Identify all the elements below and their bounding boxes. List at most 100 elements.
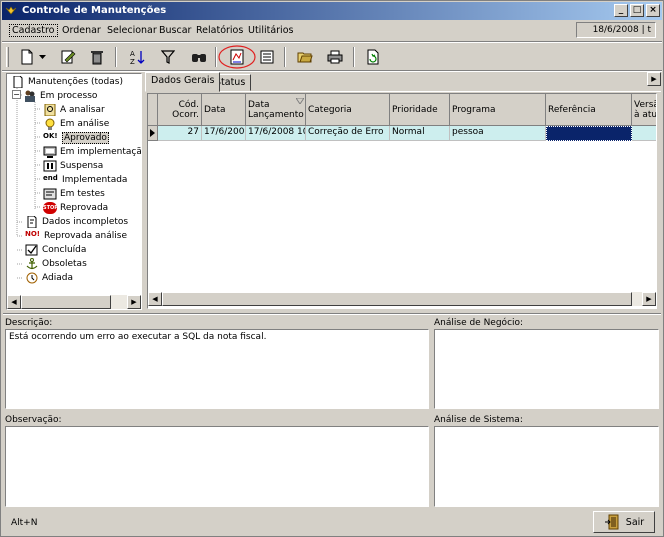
dropdown-arrow-icon bbox=[38, 55, 46, 59]
tree-item-implementada[interactable]: end Implementada bbox=[43, 173, 127, 187]
clock-icon bbox=[26, 272, 38, 284]
end-icon: end bbox=[43, 174, 58, 182]
cell-categoria[interactable]: Correção de Erro bbox=[306, 126, 390, 141]
analise-sistema-label: Análise de Sistema: bbox=[434, 415, 523, 425]
find-button[interactable] bbox=[188, 46, 210, 68]
tab-dados-gerais[interactable]: Dados Gerais bbox=[145, 72, 221, 92]
scroll-right-button[interactable]: ▶ bbox=[127, 295, 141, 309]
tree-item-em-analise[interactable]: Em análise bbox=[43, 117, 109, 131]
grid-horizontal-scrollbar[interactable]: ◀ ▶ bbox=[148, 292, 656, 306]
column-header-prioridade[interactable]: Prioridade bbox=[390, 94, 450, 126]
shortcut-hint: Alt+N bbox=[11, 518, 38, 528]
open-button[interactable] bbox=[294, 46, 316, 68]
filter-button[interactable] bbox=[157, 46, 179, 68]
minimize-button[interactable]: _ bbox=[614, 4, 628, 17]
list-button[interactable] bbox=[256, 46, 278, 68]
maximize-button[interactable]: □ bbox=[630, 4, 644, 17]
tree-item-suspensa[interactable]: Suspensa bbox=[43, 159, 103, 173]
tree-item-adiada[interactable]: Adiada bbox=[25, 271, 73, 285]
menu-selecionar-label: Selecionar bbox=[107, 25, 157, 36]
table-row[interactable]: 27 17/6/2008 17/6/2008 10 Correção de Er… bbox=[148, 126, 656, 141]
column-header-versao[interactable]: Versã à atu bbox=[632, 94, 656, 126]
menu-buscar[interactable]: Buscar bbox=[159, 25, 191, 36]
delete-button[interactable] bbox=[86, 46, 108, 68]
tree-item-a-analisar[interactable]: A analisar bbox=[43, 103, 105, 117]
tree-item-label: Aprovado bbox=[62, 132, 109, 144]
tree-item-label: Dados incompletos bbox=[42, 217, 129, 227]
tree-item-label: Concluída bbox=[42, 245, 87, 255]
test-icon bbox=[43, 188, 57, 200]
find-icon bbox=[192, 54, 206, 62]
list-icon bbox=[260, 50, 274, 64]
tree-item-todas[interactable]: Manutenções (todas) bbox=[11, 75, 123, 89]
column-header-programa[interactable]: Programa bbox=[450, 94, 546, 126]
cell-programa[interactable]: pessoa bbox=[450, 126, 546, 141]
tree-item-concluida[interactable]: Concluída bbox=[25, 243, 86, 257]
tree-item-em-testes[interactable]: Em testes bbox=[43, 187, 105, 201]
grid-header-indicator bbox=[148, 94, 158, 126]
tree-horizontal-scrollbar[interactable]: ◀ ▶ bbox=[7, 295, 141, 309]
scroll-thumb[interactable] bbox=[21, 295, 111, 309]
highlight-circle-annotation bbox=[218, 45, 256, 69]
tree-item-label: Em processo bbox=[40, 91, 98, 101]
column-header-referencia[interactable]: Referência bbox=[546, 94, 632, 126]
analise-sistema-field[interactable] bbox=[434, 426, 659, 507]
observacao-field[interactable] bbox=[5, 426, 429, 507]
tree-item-label: Reprovada análise bbox=[44, 231, 127, 241]
column-header-categoria[interactable]: Categoria bbox=[306, 94, 390, 126]
column-header-cod[interactable]: Cód. Ocorr. bbox=[158, 94, 202, 126]
edit-button[interactable] bbox=[57, 46, 79, 68]
menu-cadastro[interactable]: Cadastro bbox=[9, 24, 58, 37]
exit-button[interactable]: Sair bbox=[593, 511, 655, 533]
expand-toggle-em-processo[interactable]: − bbox=[12, 90, 21, 99]
analise-negocio-field[interactable] bbox=[434, 329, 659, 409]
scroll-right-button[interactable]: ▶ bbox=[642, 292, 656, 306]
cell-data[interactable]: 17/6/2008 bbox=[202, 126, 246, 141]
scroll-left-button[interactable]: ◀ bbox=[7, 295, 21, 309]
splitter[interactable] bbox=[3, 313, 661, 315]
print-button[interactable] bbox=[324, 46, 346, 68]
menu-utilitarios[interactable]: Utilitários bbox=[248, 25, 293, 36]
status-tree[interactable]: − Manutenções (todas) Em processo A anal… bbox=[6, 73, 142, 310]
grid-header: Cód. Ocorr. Data Data Lançamento Categor… bbox=[148, 94, 656, 126]
sort-button[interactable]: AZ bbox=[126, 46, 148, 68]
tree-item-dados-incompletos[interactable]: Dados incompletos bbox=[25, 215, 128, 229]
tab-scroll-right-button[interactable]: ▶ bbox=[647, 72, 661, 86]
check-icon bbox=[25, 244, 38, 256]
menu-ordenar[interactable]: Ordenar bbox=[62, 25, 101, 36]
scroll-left-button[interactable]: ◀ bbox=[148, 292, 162, 306]
ok-icon: OK! bbox=[43, 132, 58, 140]
menu-relatorios[interactable]: Relatórios bbox=[196, 25, 243, 36]
tree-item-em-implementacao[interactable]: Em implementação bbox=[43, 145, 141, 159]
tree-item-label: A analisar bbox=[60, 105, 105, 115]
cell-versao[interactable] bbox=[632, 126, 656, 141]
descricao-field[interactable]: Está ocorrendo um erro ao executar a SQL… bbox=[5, 329, 429, 409]
users-icon bbox=[25, 90, 35, 102]
tree-item-reprovada[interactable]: STOP Reprovada bbox=[43, 201, 108, 215]
column-header-data[interactable]: Data bbox=[202, 94, 246, 126]
toolbar-grip[interactable] bbox=[6, 47, 9, 67]
main-window: Controle de Manutenções _ □ × Cadastro O… bbox=[0, 0, 664, 537]
menu-ordenar-label: Ordenar bbox=[62, 25, 101, 36]
menu-relatorios-label: Relatórios bbox=[196, 25, 244, 36]
window-title: Controle de Manutenções bbox=[22, 5, 167, 16]
refresh-button[interactable] bbox=[362, 46, 384, 68]
scroll-thumb[interactable] bbox=[162, 292, 632, 306]
menu-selecionar[interactable]: Selecionar bbox=[107, 25, 157, 36]
cell-referencia[interactable] bbox=[546, 126, 632, 141]
cell-cod[interactable]: 27 bbox=[158, 126, 202, 141]
cell-prioridade[interactable]: Normal bbox=[390, 126, 450, 141]
toolbar-separator bbox=[353, 47, 355, 67]
tree-item-reprovada-analise[interactable]: NO! Reprovada análise bbox=[25, 229, 127, 243]
maintenance-grid[interactable]: Cód. Ocorr. Data Data Lançamento Categor… bbox=[147, 93, 657, 309]
new-dropdown-button[interactable] bbox=[36, 46, 48, 68]
tree-item-em-processo[interactable]: Em processo bbox=[23, 89, 97, 103]
close-button[interactable]: × bbox=[646, 4, 660, 17]
cell-lancamento[interactable]: 17/6/2008 10 bbox=[246, 126, 306, 141]
tree-item-label: Suspensa bbox=[60, 161, 104, 171]
tree-item-aprovado[interactable]: OK! Aprovado bbox=[43, 131, 109, 145]
date-user-display: 18/6/2008 | t bbox=[576, 22, 656, 38]
new-button[interactable] bbox=[16, 46, 38, 68]
tree-item-obsoletas[interactable]: Obsoletas bbox=[25, 257, 87, 271]
tree-item-label: Obsoletas bbox=[42, 259, 87, 269]
